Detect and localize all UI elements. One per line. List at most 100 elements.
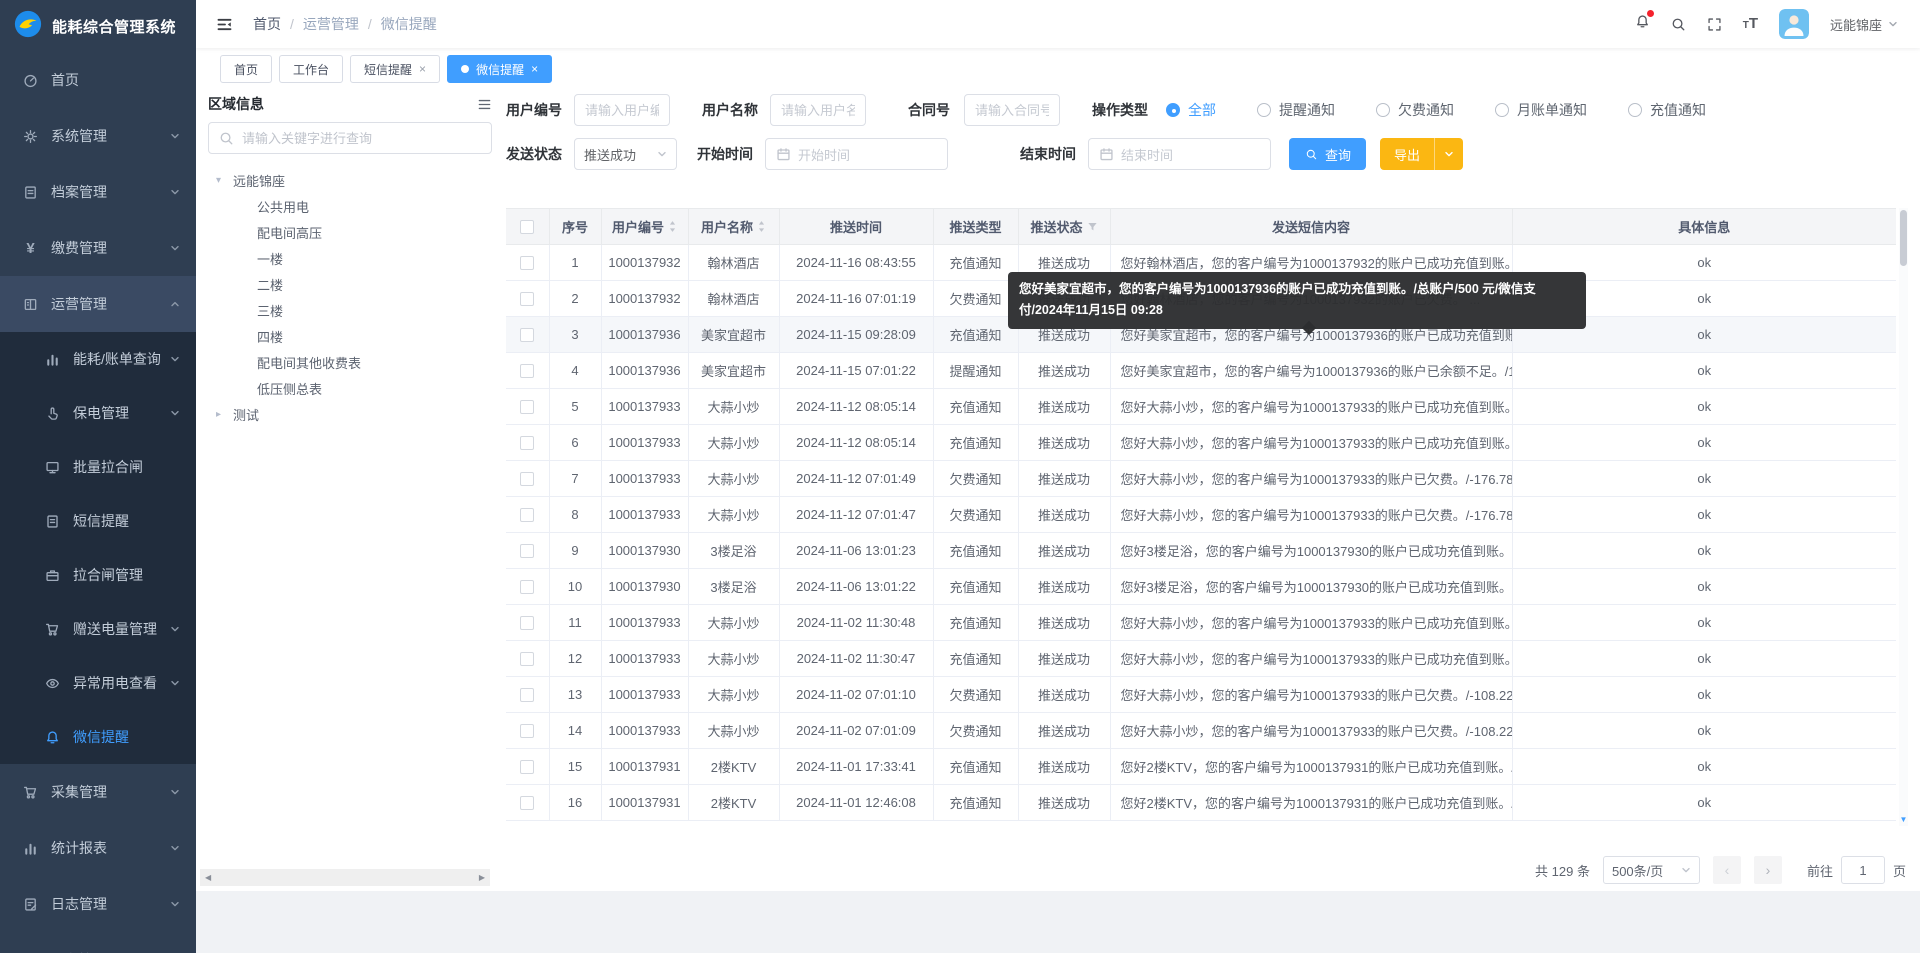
tab-3[interactable]: 短信提醒× [350,55,440,83]
sidebar-item-4-7[interactable]: 微信提醒 [0,710,196,764]
start-time-input[interactable]: 开始时间 [765,138,948,170]
table-row: 41000137936美家宜超市2024-11-15 07:01:22提醒通知推… [506,353,1896,389]
tree-node[interactable]: 一楼 [208,245,492,271]
chevron-down-icon[interactable] [1435,149,1463,159]
sidebar-item-6[interactable]: 统计报表 [0,820,196,876]
breadcrumb-item[interactable]: 运营管理 [303,14,359,34]
scroll-right-icon[interactable]: ▶ [479,873,485,882]
sort-icon[interactable] [757,220,766,233]
tree-node[interactable]: ▾远能锦座 [208,167,492,193]
sidebar-item-4[interactable]: 运营管理 [0,276,196,332]
sidebar-item-1[interactable]: 系统管理 [0,108,196,164]
select-all-checkbox[interactable] [520,220,534,234]
sidebar-item-3[interactable]: ¥缴费管理 [0,220,196,276]
op-type-radio-group: 全部 提醒通知 欠费通知 月账单通知 充值通知 [1166,100,1706,120]
row-checkbox[interactable] [520,508,534,522]
row-checkbox[interactable] [520,400,534,414]
list-icon[interactable] [477,97,492,112]
sidebar-menu: 首页系统管理档案管理 ¥缴费管理运营管理能耗/账单查询保电管理批量拉合闸短信提醒拉… [0,52,196,953]
row-checkbox[interactable] [520,292,534,306]
tree-node[interactable]: 配电间高压 [208,219,492,245]
row-checkbox[interactable] [520,688,534,702]
table-vertical-scrollbar[interactable]: ▼ [1899,208,1908,826]
user-menu[interactable]: 远能锦座 [1830,15,1898,34]
row-checkbox[interactable] [520,652,534,666]
tree-node[interactable]: 二楼 [208,271,492,297]
row-checkbox[interactable] [520,796,534,810]
row-checkbox[interactable] [520,580,534,594]
tree-node[interactable]: 低压侧总表 [208,375,492,401]
user-no-input[interactable] [574,94,670,126]
sidebar-item-4-1[interactable]: 保电管理 [0,386,196,440]
export-button[interactable]: 导出 [1380,138,1463,170]
sidebar-item-label: 首页 [51,70,180,90]
sidebar-item-4-5[interactable]: 赠送电量管理 [0,602,196,656]
op-type-option-2[interactable]: 提醒通知 [1257,100,1335,120]
row-checkbox[interactable] [520,472,534,486]
row-select-cell [506,461,549,497]
sidebar-item-4-0[interactable]: 能耗/账单查询 [0,332,196,386]
breadcrumb-item[interactable]: 首页 [253,14,281,34]
query-button[interactable]: 查询 [1289,138,1366,170]
row-checkbox[interactable] [520,436,534,450]
row-checkbox[interactable] [520,760,534,774]
sidebar-item-4-2[interactable]: 批量拉合闸 [0,440,196,494]
scrollbar-thumb[interactable] [1900,210,1907,266]
cell: ok [1512,785,1896,821]
row-checkbox[interactable] [520,616,534,630]
op-type-option-5[interactable]: 充值通知 [1628,100,1706,120]
next-page-button[interactable]: › [1754,856,1782,884]
sidebar-item-7[interactable]: 日志管理 [0,876,196,932]
row-checkbox[interactable] [520,328,534,342]
op-type-option-3[interactable]: 欠费通知 [1376,100,1454,120]
fullscreen-icon[interactable] [1707,17,1722,32]
bell-icon[interactable] [1635,14,1650,34]
font-size-icon[interactable]: TT [1743,15,1758,33]
sidebar-item-4-4[interactable]: 拉合闸管理 [0,548,196,602]
send-status-select[interactable]: 推送成功 [574,138,677,170]
sidebar-item-0[interactable]: 首页 [0,52,196,108]
sidebar-item-4-6[interactable]: 异常用电查看 [0,656,196,710]
tab-1[interactable]: 首页 [220,55,272,83]
sidebar-item-8[interactable]: 后台管理 [0,932,196,953]
tab-4[interactable]: 微信提醒× [447,55,552,83]
scroll-down-icon[interactable]: ▼ [1899,815,1908,824]
row-checkbox[interactable] [520,724,534,738]
user-name-input[interactable] [770,94,866,126]
op-type-option-1[interactable]: 全部 [1166,100,1216,120]
end-time-input[interactable]: 结束时间 [1088,138,1271,170]
sort-icon[interactable] [668,220,677,233]
sidebar-item-5[interactable]: 采集管理 [0,764,196,820]
tree-node[interactable]: 配电间其他收费表 [208,349,492,375]
tree-horizontal-scrollbar[interactable]: ◀ ▶ [200,869,490,886]
cell: 2024-11-12 08:05:14 [779,389,933,425]
avatar[interactable] [1779,9,1809,39]
close-icon[interactable]: × [531,63,538,75]
tree-search-input[interactable] [242,131,481,146]
row-select-cell [506,425,549,461]
sidebar-item-4-3[interactable]: 短信提醒 [0,494,196,548]
filter-funnel-icon[interactable] [1087,221,1098,232]
row-checkbox[interactable] [520,364,534,378]
tree-node[interactable]: 三楼 [208,297,492,323]
tree-node[interactable]: 四楼 [208,323,492,349]
cell: 您好3楼足浴，您的客户编号为1000137930的账户已成功充值到账。/... [1110,569,1512,605]
tree-node[interactable]: 公共用电 [208,193,492,219]
scroll-left-icon[interactable]: ◀ [205,873,211,882]
close-icon[interactable]: × [419,63,426,75]
search-icon[interactable] [1671,17,1686,32]
tab-2[interactable]: 工作台 [279,55,343,83]
tree-node[interactable]: ▸测试 [208,401,492,427]
sidebar-item-2[interactable]: 档案管理 [0,164,196,220]
sidebar-item-label: 档案管理 [51,182,170,202]
row-checkbox[interactable] [520,544,534,558]
page-number-input[interactable] [1841,856,1885,884]
op-type-option-4[interactable]: 月账单通知 [1495,100,1587,120]
cell: ok [1512,569,1896,605]
page-size-select[interactable]: 500条/页 [1603,856,1700,884]
breadcrumb-item[interactable]: 微信提醒 [381,14,437,34]
row-checkbox[interactable] [520,256,534,270]
prev-page-button[interactable]: ‹ [1713,856,1741,884]
collapse-sidebar-icon[interactable] [216,16,233,33]
contract-input[interactable] [964,94,1060,126]
